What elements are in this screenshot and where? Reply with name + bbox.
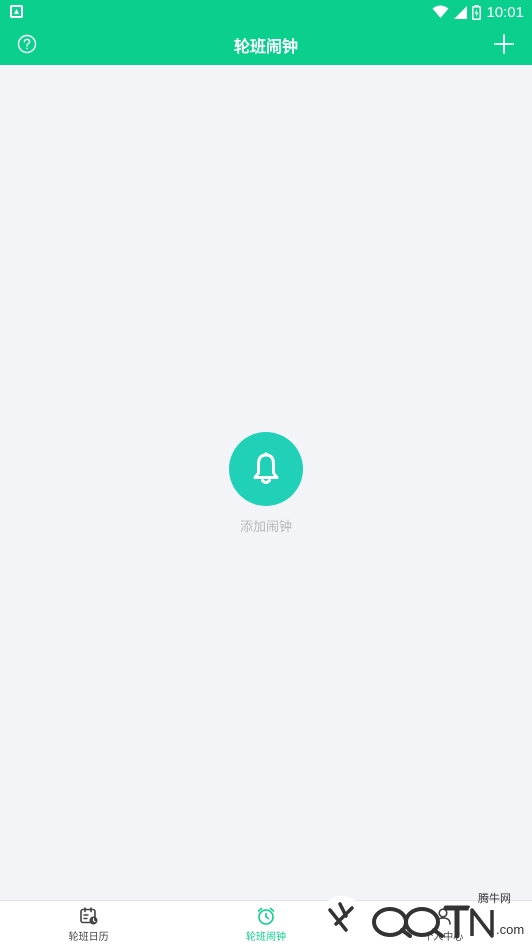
signal-icon	[454, 5, 468, 19]
empty-state: 添加闹钟	[0, 432, 532, 535]
wifi-icon	[432, 5, 449, 18]
status-indicators: 10:01	[432, 2, 524, 22]
nav-label-calendar: 轮班日历	[68, 932, 109, 943]
calendar-icon	[79, 907, 98, 925]
status-time: 10:01	[486, 3, 524, 21]
nav-label-alarm: 轮班闹钟	[245, 932, 286, 943]
watermark-site-name: 腾牛网	[478, 891, 511, 905]
battery-icon	[472, 4, 482, 20]
status-bar: 10:01	[0, 0, 532, 24]
nav-item-calendar[interactable]: 轮班日历	[0, 901, 177, 946]
watermark-domain: .com	[496, 922, 524, 937]
notification-icon	[10, 5, 23, 18]
page-title: 轮班闹钟	[233, 37, 298, 56]
alarm-clock-icon	[257, 907, 275, 925]
qqtn-watermark: .com 腾牛网	[316, 890, 526, 942]
add-alarm-circle-button[interactable]	[229, 432, 303, 506]
plus-icon	[494, 34, 514, 54]
add-alarm-button[interactable]	[493, 33, 515, 55]
watermark-logo: .com 腾牛网	[320, 891, 524, 940]
screen: 10:01 轮班闹钟 添加闹钟 轮班日历 轮班闹钟 .com 腾牛网	[0, 0, 532, 946]
bell-icon	[253, 452, 279, 484]
add-alarm-label[interactable]: 添加闹钟	[240, 516, 292, 535]
app-bar: 轮班闹钟	[0, 24, 532, 65]
